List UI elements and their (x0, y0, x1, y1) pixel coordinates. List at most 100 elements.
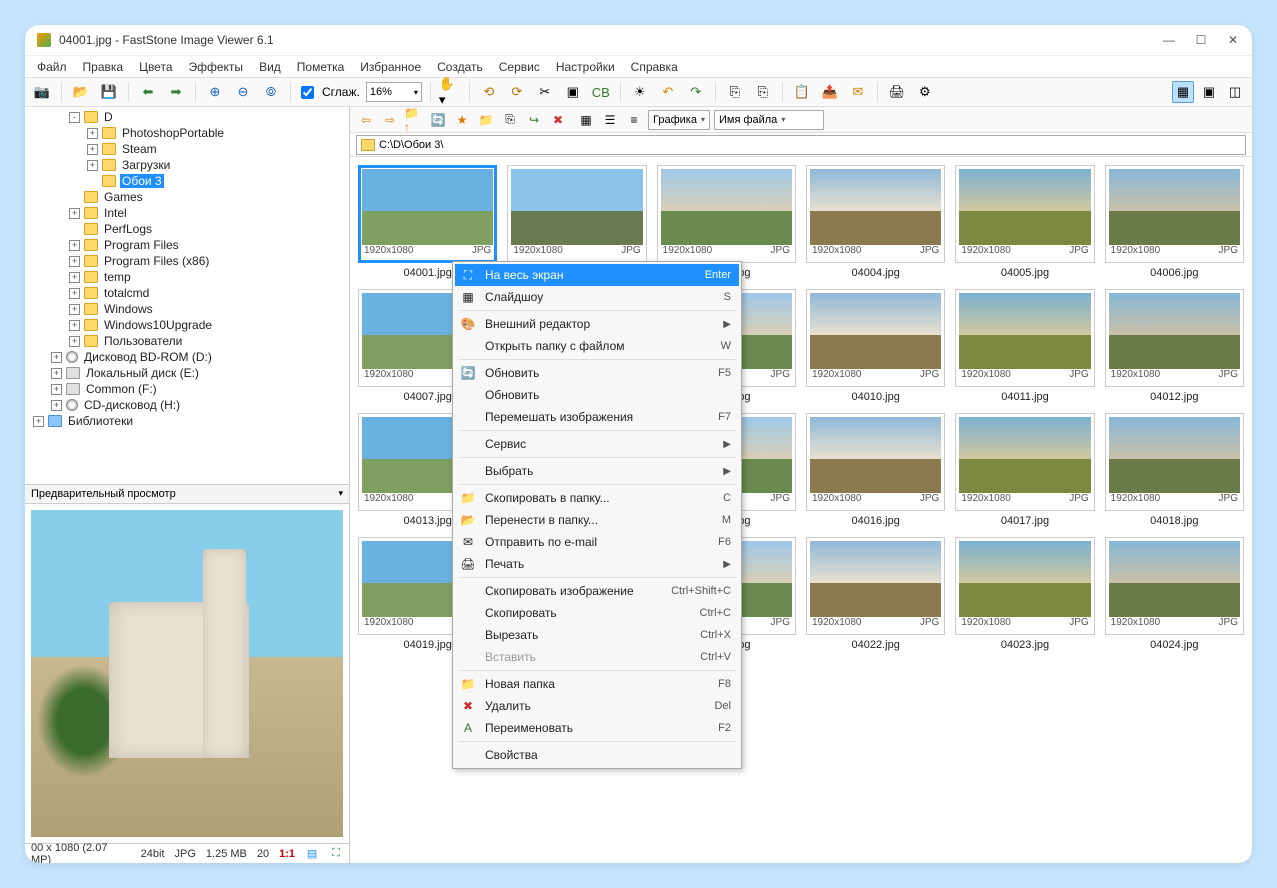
canvas-icon[interactable]: CB (590, 81, 612, 103)
menu-item[interactable]: 📁Новая папкаF8 (455, 673, 739, 695)
thumbnail[interactable]: 1920x1080JPG04011.jpg (955, 289, 1094, 403)
menu-создать[interactable]: Создать (431, 58, 489, 76)
thumbnail[interactable]: 1920x1080JPG04004.jpg (806, 165, 945, 279)
sort-combo[interactable]: Имя файла▾ (714, 110, 824, 130)
redo-icon[interactable]: ↷ (685, 81, 707, 103)
thumbnail[interactable]: 1920x1080JPG04017.jpg (955, 413, 1094, 527)
tree-item[interactable]: +Program Files (x86) (25, 253, 349, 269)
new-folder-icon[interactable]: 📁 (476, 110, 496, 130)
menu-item[interactable]: ▦СлайдшоуS (455, 286, 739, 308)
batch-rename-icon[interactable]: ⎘ (752, 81, 774, 103)
email-icon[interactable]: ✉ (847, 81, 869, 103)
view-fullscreen-icon[interactable]: ▣ (1198, 81, 1220, 103)
tree-item[interactable]: +Common (F:) (25, 381, 349, 397)
thumbnail[interactable]: 1920x1080JPG04006.jpg (1105, 165, 1244, 279)
view-list-icon[interactable]: ☰ (600, 110, 620, 130)
menu-item[interactable]: ✉Отправить по e-mailF6 (455, 531, 739, 553)
menu-item[interactable]: 📂Перенести в папку...M (455, 509, 739, 531)
menu-item[interactable]: 📁Скопировать в папку...C (455, 487, 739, 509)
tree-item[interactable]: +Дисковод BD-ROM (D:) (25, 349, 349, 365)
view-compare-icon[interactable]: ◫ (1224, 81, 1246, 103)
menu-item[interactable]: Выбрать▶ (455, 460, 739, 482)
maximize-button[interactable]: ☐ (1194, 33, 1208, 47)
fullscreen-status-icon[interactable]: ⛶ (329, 847, 343, 861)
menu-item[interactable]: СкопироватьCtrl+C (455, 602, 739, 624)
tree-item[interactable]: +Локальный диск (E:) (25, 365, 349, 381)
thumbnail[interactable]: 1920x1080JPG04016.jpg (806, 413, 945, 527)
nav-back-icon[interactable]: ⇦ (356, 110, 376, 130)
menu-item[interactable]: AПереименоватьF2 (455, 717, 739, 739)
tree-item[interactable]: +Библиотеки (25, 413, 349, 429)
menu-пометка[interactable]: Пометка (291, 58, 351, 76)
menu-item[interactable]: ✖УдалитьDel (455, 695, 739, 717)
menu-настройки[interactable]: Настройки (550, 58, 621, 76)
menu-справка[interactable]: Справка (625, 58, 684, 76)
tree-item[interactable]: +Windows (25, 301, 349, 317)
histogram-icon[interactable]: ▤ (305, 847, 319, 861)
tree-item[interactable]: +temp (25, 269, 349, 285)
move-to-icon[interactable]: 📤 (819, 81, 841, 103)
menu-правка[interactable]: Правка (77, 58, 130, 76)
refresh-folder-icon[interactable]: 🔄 (428, 110, 448, 130)
tree-item[interactable]: Обои 3 (25, 173, 349, 189)
print-icon[interactable]: 🖨 (886, 81, 908, 103)
thumbnail[interactable]: 1920x1080JPG04022.jpg (806, 537, 945, 651)
menu-цвета[interactable]: Цвета (133, 58, 178, 76)
menu-item[interactable]: 🎨Внешний редактор▶ (455, 313, 739, 335)
menu-item[interactable]: 🔄ОбновитьF5 (455, 362, 739, 384)
menu-эффекты[interactable]: Эффекты (183, 58, 250, 76)
zoom-in-icon[interactable]: ⊕ (204, 81, 226, 103)
tree-item[interactable]: +PhotoshopPortable (25, 125, 349, 141)
filter-combo[interactable]: Графика▾ (648, 110, 710, 130)
tree-item[interactable]: PerfLogs (25, 221, 349, 237)
menu-файл[interactable]: Файл (31, 58, 73, 76)
thumbnail[interactable]: 1920x1080JPG04018.jpg (1105, 413, 1244, 527)
tree-item[interactable]: Games (25, 189, 349, 205)
menu-избранное[interactable]: Избранное (354, 58, 427, 76)
menu-item[interactable]: Открыть папку с файломW (455, 335, 739, 357)
copy-to-icon[interactable]: 📋 (791, 81, 813, 103)
view-large-icon[interactable]: ▦ (576, 110, 596, 130)
menu-item[interactable]: Перемешать изображенияF7 (455, 406, 739, 428)
menu-сервис[interactable]: Сервис (493, 58, 546, 76)
menu-item[interactable]: ВырезатьCtrl+X (455, 624, 739, 646)
hand-icon[interactable]: ✋▾ (439, 81, 461, 103)
menu-item[interactable]: Сервис▶ (455, 433, 739, 455)
crop-icon[interactable]: ✂ (534, 81, 556, 103)
batch-convert-icon[interactable]: ⎘ (724, 81, 746, 103)
rotate-right-icon[interactable]: ⟳ (506, 81, 528, 103)
open-icon[interactable]: 📂 (70, 81, 92, 103)
preview-image[interactable] (31, 510, 343, 837)
move-folder-icon[interactable]: ↪ (524, 110, 544, 130)
tree-item[interactable]: -D (25, 109, 349, 125)
tree-item[interactable]: +CD-дисковод (H:) (25, 397, 349, 413)
menu-item[interactable]: 🖨Печать▶ (455, 553, 739, 575)
rotate-left-icon[interactable]: ⟲ (478, 81, 500, 103)
acquire-icon[interactable]: 📷 (31, 81, 53, 103)
tree-item[interactable]: +Windows10Upgrade (25, 317, 349, 333)
tree-item[interactable]: +Пользователи (25, 333, 349, 349)
favorites-icon[interactable]: ★ (452, 110, 472, 130)
zoom-combo[interactable]: 16%▾ (366, 82, 422, 102)
thumbnail[interactable]: 1920x1080JPG04012.jpg (1105, 289, 1244, 403)
view-thumbnails-icon[interactable]: ▦ (1172, 81, 1194, 103)
menu-item[interactable]: Скопировать изображениеCtrl+Shift+C (455, 580, 739, 602)
thumbnail[interactable]: 1920x1080JPG04023.jpg (955, 537, 1094, 651)
zoom-actual-icon[interactable]: ⦾ (260, 81, 282, 103)
resize-icon[interactable]: ▣ (562, 81, 584, 103)
menu-item[interactable]: Свойства (455, 744, 739, 766)
zoom-out-icon[interactable]: ⊖ (232, 81, 254, 103)
menu-вид[interactable]: Вид (253, 58, 287, 76)
path-input[interactable]: C:\D\Обои 3\ (356, 135, 1246, 155)
up-folder-icon[interactable]: 📁↑ (404, 110, 424, 130)
copy-folder-icon[interactable]: ⎘ (500, 110, 520, 130)
tree-item[interactable]: +Steam (25, 141, 349, 157)
tree-item[interactable]: +Program Files (25, 237, 349, 253)
adjust-icon[interactable]: ☀ (629, 81, 651, 103)
delete-folder-icon[interactable]: ✖ (548, 110, 568, 130)
tree-item[interactable]: +Intel (25, 205, 349, 221)
save-icon[interactable]: 💾 (98, 81, 120, 103)
forward-icon[interactable]: ➡ (165, 81, 187, 103)
tree-item[interactable]: +Загрузки (25, 157, 349, 173)
close-button[interactable]: ✕ (1226, 33, 1240, 47)
